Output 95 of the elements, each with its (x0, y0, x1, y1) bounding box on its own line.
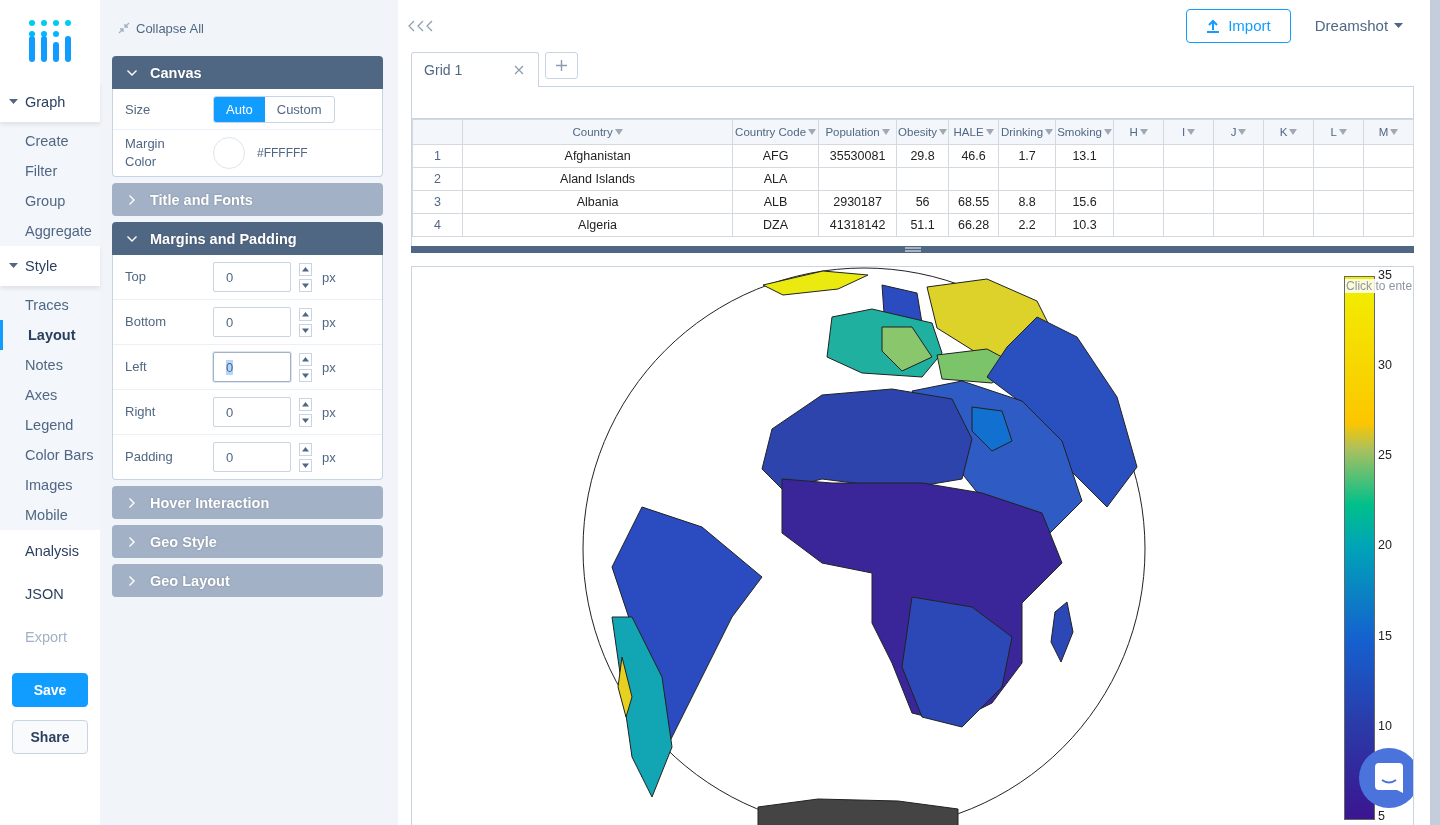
tab-label: Grid 1 (424, 62, 463, 78)
table-cell: 29.8 (896, 144, 949, 168)
section-title: Hover Interaction (150, 494, 270, 511)
table-cell: Albania (462, 190, 733, 214)
table-cell: 46.6 (948, 144, 999, 168)
sidebar-item[interactable]: Mobile (0, 500, 100, 530)
table-cell: AFG (732, 144, 819, 168)
share-button[interactable]: Share (12, 720, 88, 754)
section-title: Geo Layout (150, 572, 230, 589)
row-number: 4 (412, 213, 463, 237)
table-cell: 51.1 (896, 213, 949, 237)
colorbar-tick: 5 (1378, 808, 1387, 823)
column-header[interactable]: H (1129, 126, 1138, 138)
column-header[interactable]: J (1230, 126, 1237, 138)
section-header[interactable]: Margins and Padding (112, 222, 384, 255)
sidebar-item[interactable]: Aggregate (0, 216, 100, 246)
colorbar-tick: 15 (1378, 628, 1392, 643)
row-number: 3 (412, 190, 463, 214)
table-cell: 68.55 (948, 190, 999, 214)
table-cell: 15.6 (1055, 190, 1114, 214)
sidebar-link[interactable]: Analysis (0, 530, 100, 573)
unit-label: px (322, 404, 336, 420)
table-cell: 10.3 (1055, 213, 1114, 237)
input-field[interactable]: 0 (213, 352, 291, 382)
sidebar-item[interactable]: Group (0, 186, 100, 216)
sidebar-item[interactable]: Legend (0, 410, 100, 440)
table-cell: ALB (732, 190, 819, 214)
field-label: Top (125, 268, 147, 286)
section-title: Margins and Padding (150, 230, 297, 247)
collapse-all-link[interactable]: Collapse All (136, 20, 204, 36)
table-cell: 35530081 (818, 144, 897, 168)
sidebar-group[interactable]: Graph (0, 82, 100, 122)
group-label: Graph (25, 94, 66, 110)
group-label: Style (25, 258, 58, 274)
sidebar-item[interactable]: Images (0, 470, 100, 500)
table-cell: Afghanistan (462, 144, 733, 168)
row-number: 2 (412, 167, 463, 191)
sidebar-link[interactable]: JSON (0, 573, 100, 616)
column-header[interactable]: Country (572, 126, 613, 138)
table-cell: 2.2 (998, 213, 1056, 237)
column-header[interactable]: K (1279, 126, 1288, 138)
field-label: Padding (125, 448, 174, 466)
toggle-option[interactable]: Custom (264, 96, 334, 122)
input-field[interactable]: 0 (213, 442, 291, 472)
input-field[interactable]: 0 (213, 307, 291, 337)
input-field[interactable]: 0 (213, 397, 291, 427)
colorbar-tick: 20 (1378, 538, 1392, 553)
table-cell: 66.28 (948, 213, 999, 237)
table-cell: 41318142 (818, 213, 897, 237)
colorbar-title[interactable]: Click to ente (1345, 279, 1414, 293)
colorbar-tick: 30 (1378, 358, 1392, 373)
field-label: Right (125, 403, 157, 421)
import-button[interactable]: Import (1186, 8, 1291, 43)
sidebar-item[interactable]: Axes (0, 380, 100, 410)
user-menu[interactable]: Dreamshot (1314, 17, 1404, 34)
unit-label: px (322, 269, 336, 285)
field-label: Bottom (125, 313, 168, 331)
sidebar-item[interactable]: Create (0, 126, 100, 156)
section-title: Title and Fonts (150, 191, 253, 208)
user-name: Dreamshot (1314, 17, 1389, 34)
table-cell: 1.7 (998, 144, 1056, 168)
section-header[interactable]: Canvas (112, 56, 384, 89)
column-header[interactable]: L (1330, 126, 1337, 138)
table-cell: Algeria (462, 213, 733, 237)
table-cell: 8.8 (998, 190, 1056, 214)
colorbar-tick: 10 (1378, 718, 1392, 733)
table-cell: Aland Islands (462, 167, 733, 191)
column-header[interactable]: M (1378, 126, 1389, 138)
table-cell: DZA (732, 213, 819, 237)
column-header[interactable]: I (1181, 126, 1186, 138)
input-field[interactable]: 0 (213, 262, 291, 292)
section-title: Geo Style (150, 533, 217, 550)
section-title: Canvas (150, 64, 202, 81)
field-label: Margin Color (125, 135, 166, 171)
grid-tab[interactable]: Grid 1 (411, 52, 540, 87)
unit-label: px (322, 359, 336, 375)
save-button[interactable]: Save (12, 673, 88, 707)
sidebar-item[interactable]: Filter (0, 156, 100, 186)
table-cell: ALA (732, 167, 819, 191)
sidebar-item[interactable]: Notes (0, 350, 100, 380)
unit-label: px (322, 314, 336, 330)
toggle-option[interactable]: Auto (214, 96, 265, 122)
row-number: 1 (412, 144, 463, 168)
color-value: #FFFFFF (257, 146, 308, 160)
table-cell: 2930187 (818, 190, 897, 214)
sidebar-item[interactable]: Color Bars (0, 440, 100, 470)
unit-label: px (322, 449, 336, 465)
colorbar-tick: 25 (1378, 448, 1392, 463)
sidebar-item[interactable]: Traces (0, 290, 100, 320)
table-cell: 13.1 (1055, 144, 1114, 168)
table-cell: 56 (896, 190, 949, 214)
field-label: Left (125, 358, 148, 376)
sidebar-group[interactable]: Style (0, 246, 100, 286)
field-label: Size (125, 101, 152, 117)
colorbar-tick: 35 (1378, 268, 1392, 282)
